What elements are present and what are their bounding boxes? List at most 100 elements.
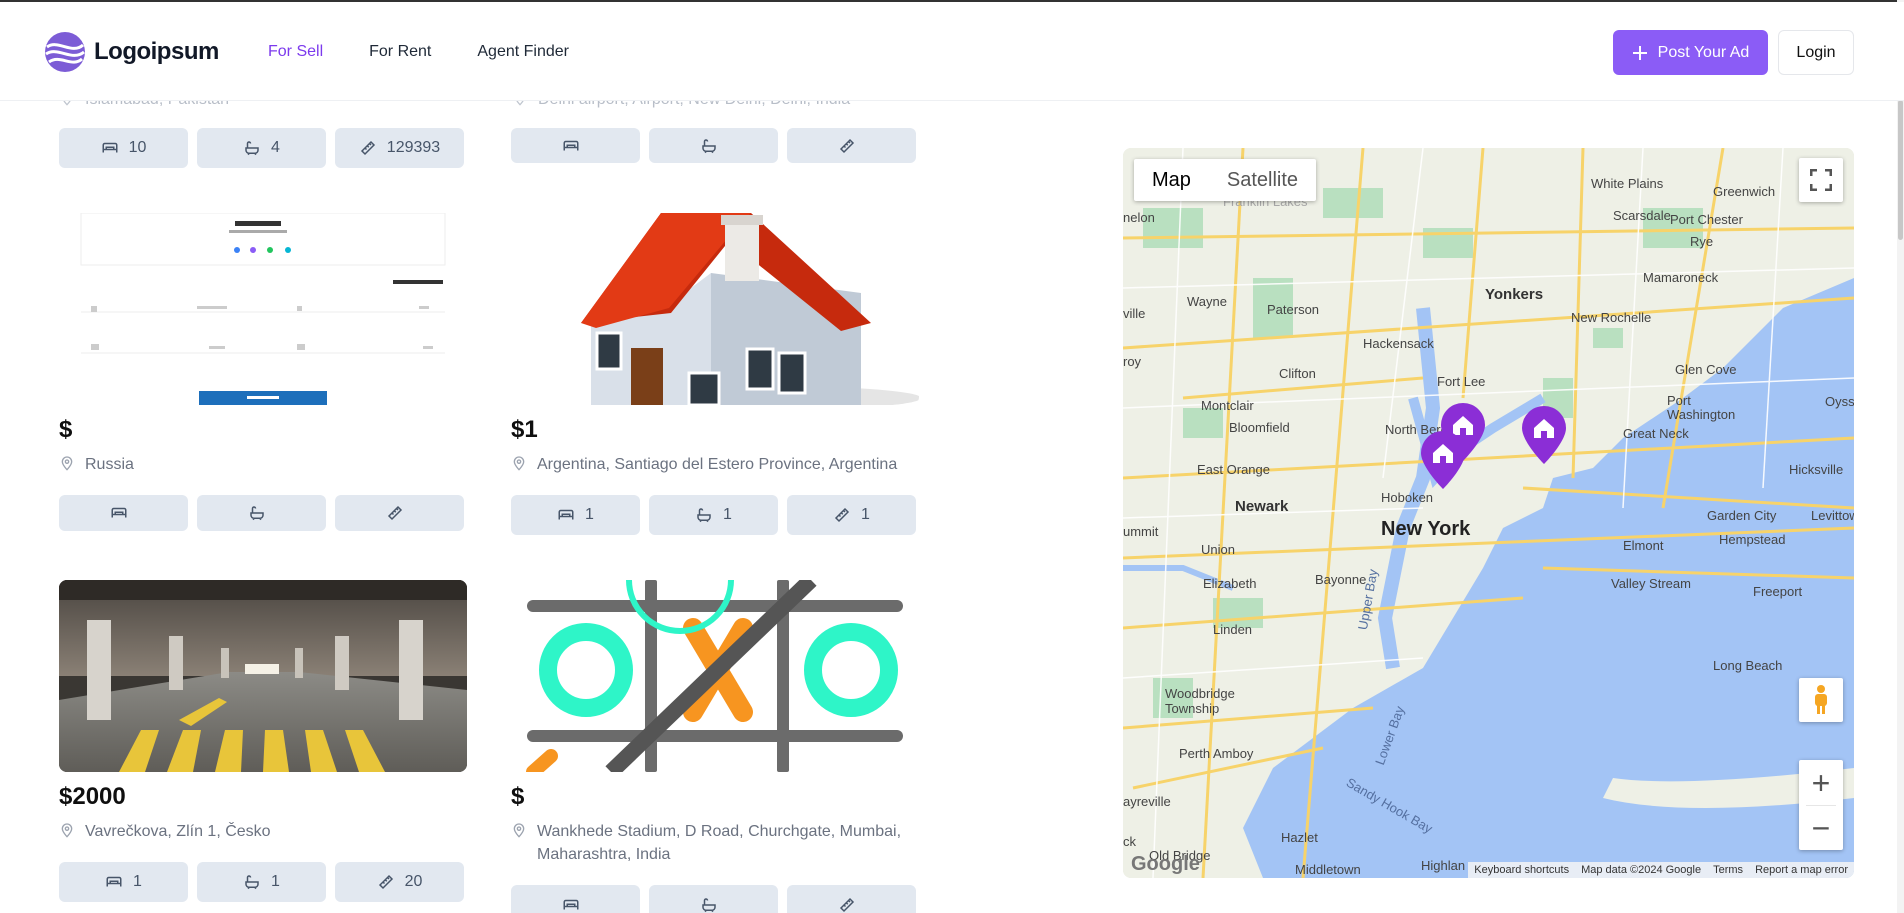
- map-label: Fort Lee: [1437, 374, 1486, 389]
- beds-badge[interactable]: 1: [511, 495, 640, 535]
- ruler-icon: [839, 897, 854, 913]
- map-label: Elizabeth: [1203, 576, 1257, 591]
- beds-badge[interactable]: 1: [59, 862, 188, 902]
- fullscreen-button[interactable]: [1799, 158, 1843, 202]
- listing-image-parking[interactable]: [59, 580, 467, 772]
- map-label: Bloomfield: [1229, 420, 1290, 435]
- bath-icon: [249, 506, 264, 521]
- map-label: Hazlet: [1281, 830, 1318, 845]
- property-marker-icon[interactable]: [1418, 431, 1468, 491]
- location-pin-icon: [513, 456, 525, 471]
- bed-icon: [563, 899, 578, 910]
- baths-badge[interactable]: [649, 885, 778, 913]
- listing-image-document[interactable]: [59, 213, 467, 405]
- map-label: Hicksville: [1789, 462, 1844, 477]
- ruler-icon: [834, 507, 850, 523]
- map-label: Garden City: [1707, 508, 1777, 523]
- login-button[interactable]: Login: [1778, 30, 1854, 75]
- baths-badge[interactable]: 4: [197, 128, 326, 168]
- zoom-out-button[interactable]: −: [1799, 806, 1843, 850]
- map-view[interactable]: Yonkers White Plains Greenwich Franklin …: [1123, 148, 1854, 878]
- logo-icon: [45, 32, 85, 72]
- listing-price: $: [59, 416, 73, 443]
- area-badge[interactable]: [787, 128, 916, 163]
- report-error-link[interactable]: Report a map error: [1755, 864, 1848, 876]
- map-label: ayreville: [1123, 794, 1171, 809]
- nav-agent-finder[interactable]: Agent Finder: [477, 43, 569, 61]
- site-logo[interactable]: Logoipsum: [44, 31, 219, 73]
- listing-features: 1 1 1: [511, 495, 916, 535]
- zoom-control: + −: [1799, 760, 1843, 850]
- bed-icon: [106, 876, 122, 887]
- map-data-text: Map data ©2024 Google: [1581, 864, 1702, 876]
- post-ad-label: Post Your Ad: [1657, 43, 1750, 61]
- location-pin-icon: [61, 823, 73, 838]
- zoom-in-button[interactable]: +: [1799, 761, 1843, 805]
- baths-badge[interactable]: [649, 128, 778, 163]
- map-label: New Rochelle: [1571, 310, 1652, 325]
- listing-features: [59, 495, 464, 531]
- map-label: Highlan: [1421, 858, 1466, 873]
- bed-icon: [102, 142, 118, 153]
- map-label: Linden: [1213, 622, 1253, 637]
- baths-value: 1: [271, 873, 280, 890]
- map-label: ville: [1123, 306, 1146, 321]
- listing-features: [511, 128, 916, 163]
- area-badge[interactable]: 1: [787, 495, 916, 535]
- map-label: Oyss: [1825, 394, 1854, 409]
- baths-value: 1: [723, 506, 732, 523]
- area-badge[interactable]: 20: [335, 862, 464, 902]
- beds-badge[interactable]: 10: [59, 128, 188, 168]
- listing-price: $: [511, 783, 525, 810]
- area-value: 129393: [386, 139, 441, 156]
- location-pin-icon: [513, 823, 525, 838]
- map-label: White Plains: [1591, 176, 1664, 191]
- ruler-icon: [839, 138, 854, 153]
- listing-image-house[interactable]: [511, 213, 919, 405]
- page-scrollbar[interactable]: [1897, 0, 1904, 913]
- logo-text: Logoipsum: [94, 38, 219, 65]
- bed-icon: [563, 140, 578, 150]
- plus-icon: [1632, 45, 1647, 60]
- nav-for-sell[interactable]: For Sell: [268, 43, 323, 61]
- beds-value: 10: [128, 139, 147, 156]
- property-marker-icon[interactable]: [1519, 406, 1569, 466]
- listing-features: 1 1 20: [59, 862, 464, 902]
- listing-location: Wankhede Stadium, D Road, Churchgate, Mu…: [511, 820, 911, 866]
- bath-icon: [245, 141, 259, 156]
- keyboard-shortcuts-link[interactable]: Keyboard shortcuts: [1474, 864, 1569, 876]
- map-label: Freeport: [1753, 584, 1803, 599]
- terms-link[interactable]: Terms: [1713, 864, 1743, 876]
- fullscreen-icon: [1810, 169, 1832, 191]
- baths-badge[interactable]: [197, 495, 326, 531]
- map-label: Mamaroneck: [1643, 270, 1719, 285]
- beds-value: 1: [585, 506, 594, 523]
- beds-badge[interactable]: [59, 495, 188, 531]
- map-type-map[interactable]: Map: [1134, 159, 1209, 201]
- baths-badge[interactable]: 1: [649, 495, 778, 535]
- scrollbar-thumb[interactable]: [1898, 100, 1903, 240]
- map-label: Greenwich: [1713, 184, 1776, 199]
- area-badge[interactable]: 129393: [335, 128, 464, 168]
- street-view-button[interactable]: [1799, 678, 1843, 722]
- ruler-icon: [387, 505, 402, 521]
- beds-badge[interactable]: [511, 128, 640, 163]
- beds-value: 1: [133, 873, 142, 890]
- nav-for-rent[interactable]: For Rent: [369, 43, 431, 61]
- beds-badge[interactable]: [511, 885, 640, 913]
- listing-image-tictactoe[interactable]: [511, 580, 919, 772]
- map-label: Levittown: [1811, 508, 1854, 523]
- bed-icon: [558, 509, 574, 520]
- area-value: 20: [404, 873, 423, 890]
- main-nav: For Sell For Rent Agent Finder: [268, 43, 569, 61]
- map-label: Great Neck: [1623, 426, 1689, 441]
- map-label: Hackensack: [1363, 336, 1434, 351]
- bed-icon: [111, 507, 126, 518]
- post-ad-button[interactable]: Post Your Ad: [1613, 30, 1768, 75]
- bath-icon: [697, 508, 711, 523]
- area-badge[interactable]: [335, 495, 464, 531]
- area-badge[interactable]: [787, 885, 916, 913]
- map-label: Bayonne: [1315, 572, 1367, 587]
- map-type-satellite[interactable]: Satellite: [1209, 159, 1316, 201]
- baths-badge[interactable]: 1: [197, 862, 326, 902]
